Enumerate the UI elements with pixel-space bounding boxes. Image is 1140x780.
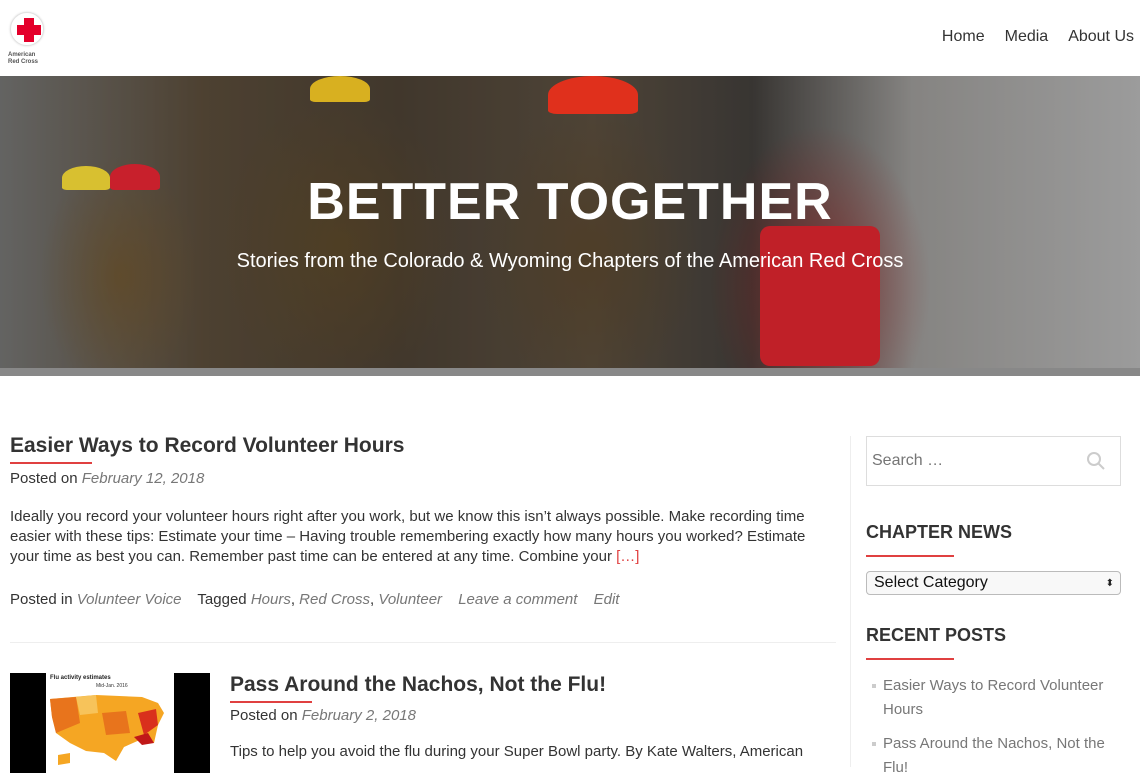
chapter-news-title: CHAPTER NEWS bbox=[866, 522, 1013, 542]
helmet-shape bbox=[548, 76, 638, 114]
recent-post-item[interactable]: Pass Around the Nachos, Not the Flu! bbox=[866, 732, 1121, 780]
sidebar: CHAPTER NEWS Select Category ⬍ RECENT PO… bbox=[866, 436, 1121, 780]
post-volunteer-hours: Easier Ways to Record Volunteer Hours Po… bbox=[10, 434, 836, 608]
post-excerpt: Tips to help you avoid the flu during yo… bbox=[230, 743, 804, 760]
cross-bar bbox=[17, 25, 41, 35]
bullet-icon bbox=[872, 742, 876, 746]
red-cross-logo[interactable]: American Red Cross bbox=[8, 12, 46, 68]
vest-shape bbox=[760, 226, 880, 366]
logo-circle bbox=[10, 12, 44, 46]
nav-about-us[interactable]: About Us bbox=[1068, 28, 1134, 46]
category-select[interactable]: Select Category ⬍ bbox=[866, 571, 1121, 595]
hero-banner: BETTER TOGETHER Stories from the Colorad… bbox=[0, 76, 1140, 368]
site-tagline: Stories from the Colorado & Wyoming Chap… bbox=[236, 250, 904, 272]
tag-hours[interactable]: Hours bbox=[251, 591, 291, 608]
thumbnail-panel: Flu activity estimates Mid-Jan. 2016 bbox=[46, 673, 174, 773]
main-content: Easier Ways to Record Volunteer Hours Po… bbox=[0, 376, 1140, 776]
logo-text: American Red Cross bbox=[8, 52, 39, 65]
leave-comment-link[interactable]: Leave a comment bbox=[458, 591, 577, 608]
tagged-label: Tagged bbox=[197, 591, 247, 608]
flu-map-thumbnail[interactable]: Flu activity estimates Mid-Jan. 2016 bbox=[10, 673, 210, 773]
nav-home[interactable]: Home bbox=[942, 28, 985, 46]
hero-divider bbox=[0, 368, 1140, 376]
widget-underline bbox=[866, 555, 954, 557]
search-input[interactable] bbox=[867, 437, 1077, 485]
post-date[interactable]: February 12, 2018 bbox=[82, 470, 205, 487]
search-icon[interactable] bbox=[1086, 451, 1106, 471]
recent-posts-list: Easier Ways to Record Volunteer Hours Pa… bbox=[866, 674, 1121, 780]
title-underline bbox=[10, 462, 92, 464]
posted-on-label: Posted on bbox=[10, 470, 78, 487]
post-divider bbox=[10, 642, 836, 643]
category-select-value: Select Category bbox=[874, 574, 988, 591]
edit-link[interactable]: Edit bbox=[594, 591, 620, 608]
search-form bbox=[866, 436, 1121, 486]
excerpt-text: Ideally you record your volunteer hours … bbox=[10, 508, 806, 565]
title-underline bbox=[230, 701, 312, 703]
recent-post-link[interactable]: Easier Ways to Record Volunteer Hours bbox=[883, 677, 1103, 718]
post-title[interactable]: Pass Around the Nachos, Not the Flu! bbox=[230, 673, 836, 697]
recent-post-link[interactable]: Pass Around the Nachos, Not the Flu! bbox=[883, 735, 1105, 776]
us-map-icon bbox=[50, 695, 164, 765]
post-body: Pass Around the Nachos, Not the Flu! Pos… bbox=[230, 673, 836, 762]
site-title[interactable]: BETTER TOGETHER bbox=[0, 172, 1140, 232]
post-footer: Posted in Volunteer Voice Tagged Hours, … bbox=[10, 591, 620, 608]
sidebar-divider bbox=[850, 436, 851, 767]
site-header: American Red Cross Home Media About Us bbox=[0, 0, 1140, 76]
post-meta: Posted on February 12, 2018 bbox=[10, 470, 836, 487]
post-meta: Posted on February 2, 2018 bbox=[230, 707, 836, 724]
main-nav: Home Media About Us bbox=[942, 28, 1134, 46]
post-date[interactable]: February 2, 2018 bbox=[302, 707, 416, 724]
nav-media[interactable]: Media bbox=[1005, 28, 1049, 46]
tag-volunteer[interactable]: Volunteer bbox=[378, 591, 442, 608]
recent-post-item[interactable]: Easier Ways to Record Volunteer Hours bbox=[866, 674, 1121, 722]
post-excerpt: Ideally you record your volunteer hours … bbox=[10, 507, 836, 567]
read-more-link[interactable]: […] bbox=[616, 548, 639, 565]
bullet-icon bbox=[872, 684, 876, 688]
post-title[interactable]: Easier Ways to Record Volunteer Hours bbox=[10, 434, 836, 458]
posted-on-label: Posted on bbox=[230, 707, 298, 724]
widget-underline bbox=[866, 658, 954, 660]
tag-red-cross[interactable]: Red Cross bbox=[299, 591, 370, 608]
select-arrows-icon: ⬍ bbox=[1105, 577, 1114, 589]
helmet-shape bbox=[310, 76, 370, 102]
recent-posts-title: RECENT POSTS bbox=[866, 625, 1007, 645]
posted-in-label: Posted in bbox=[10, 591, 73, 608]
category-link[interactable]: Volunteer Voice bbox=[77, 591, 182, 608]
